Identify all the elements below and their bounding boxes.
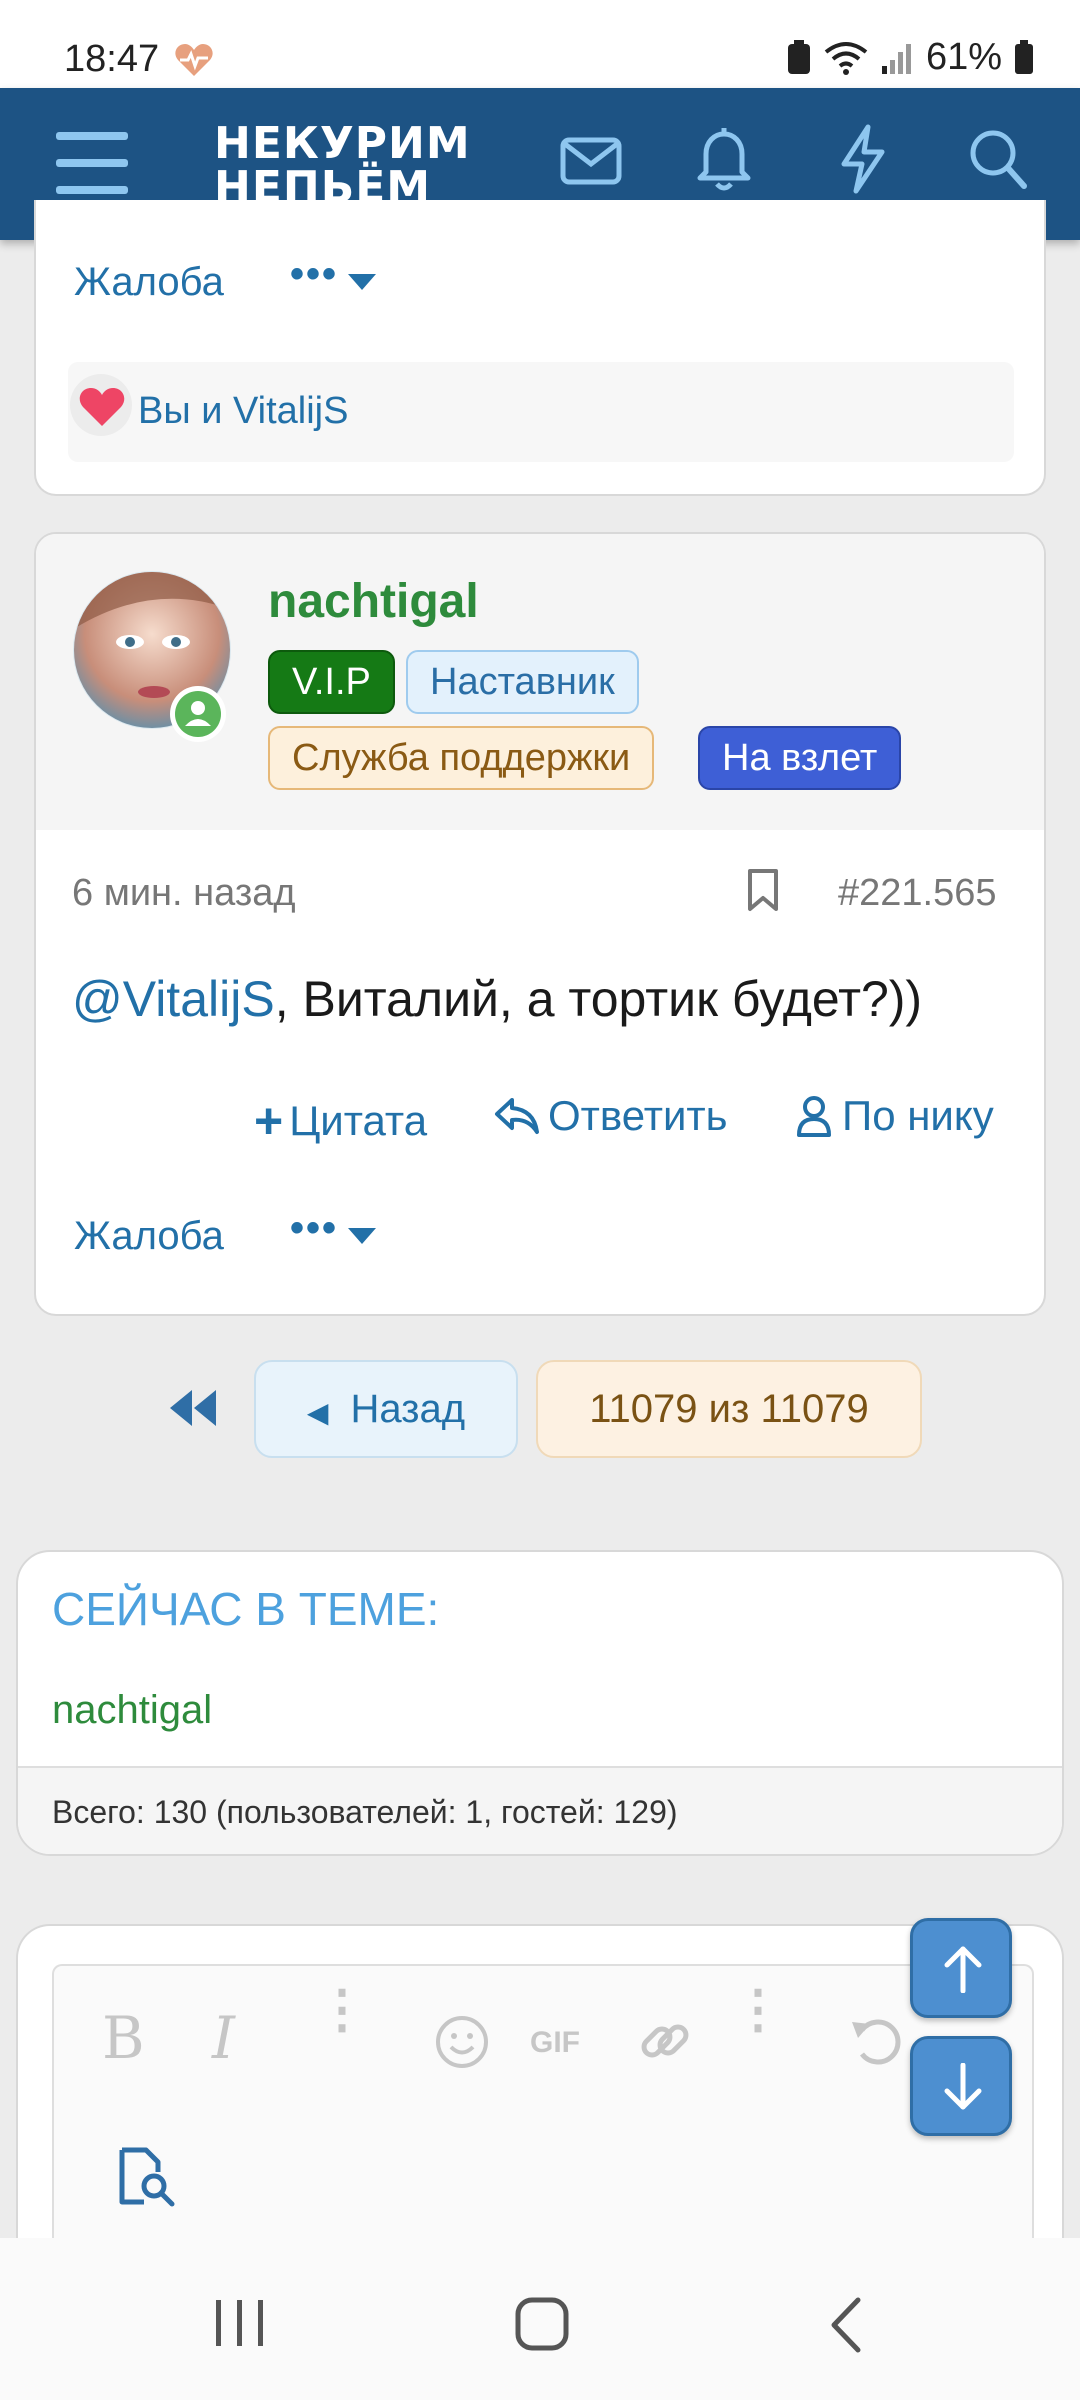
- editor-toolbar: B I ⋮ GIF ⋮: [54, 1966, 1032, 2102]
- battery-saver-icon: [787, 39, 810, 74]
- editor-box: B I ⋮ GIF ⋮: [52, 1964, 1034, 2284]
- post-time[interactable]: 6 мин. назад: [72, 872, 296, 915]
- report-link[interactable]: Жалоба: [74, 260, 224, 305]
- more-insert-options-icon[interactable]: ⋮: [732, 1984, 784, 2036]
- badge-takeoff: На взлет: [698, 726, 902, 790]
- signal-icon: [881, 43, 911, 74]
- post-number[interactable]: #221.565: [838, 872, 997, 915]
- heart-icon: [79, 388, 125, 426]
- recent-apps-icon[interactable]: [212, 2298, 268, 2348]
- bookmark-icon[interactable]: [746, 868, 780, 912]
- by-nick-button[interactable]: По нику: [796, 1092, 994, 1140]
- online-indicator: [170, 686, 226, 742]
- reply-button[interactable]: Ответить: [494, 1092, 728, 1140]
- badge-vip: V.I.P: [268, 650, 395, 714]
- system-nav-bar: [0, 2238, 1080, 2400]
- gif-icon[interactable]: GIF: [530, 2026, 580, 2060]
- preview-icon[interactable]: [116, 2146, 178, 2208]
- caret-left-icon: ◀: [306, 1397, 329, 1428]
- back-label: Назад: [350, 1387, 466, 1431]
- reply-editor-card: B I ⋮ GIF ⋮: [16, 1924, 1064, 2284]
- more-options-icon[interactable]: •••: [290, 252, 338, 297]
- chevron-down-icon[interactable]: [348, 274, 376, 292]
- post-text: , Виталий, а тортик будет?)): [274, 971, 923, 1027]
- user-online-icon: [175, 691, 221, 737]
- username[interactable]: nachtigal: [268, 574, 479, 629]
- logo-line-1: НЕКУРИМ: [214, 118, 471, 169]
- badge-mentor: Наставник: [406, 650, 639, 714]
- search-icon[interactable]: [968, 128, 1028, 190]
- home-icon[interactable]: [514, 2296, 570, 2352]
- user-icon: [797, 1096, 831, 1137]
- bold-icon[interactable]: B: [102, 2004, 145, 2072]
- back-button[interactable]: ◀ Назад: [254, 1360, 518, 1458]
- scroll-down-button[interactable]: [910, 2036, 1012, 2136]
- first-page-icon[interactable]: [168, 1388, 218, 1428]
- post-card: nachtigal V.I.P Наставник Служба поддерж…: [34, 532, 1046, 1316]
- mention-link[interactable]: @VitalijS: [72, 971, 275, 1027]
- quote-label: Цитата: [289, 1097, 428, 1144]
- back-icon[interactable]: [826, 2296, 866, 2354]
- italic-icon[interactable]: I: [212, 2004, 235, 2072]
- arrow-up-icon: [944, 1946, 982, 1993]
- reply-icon: [495, 1098, 539, 1134]
- site-logo[interactable]: НЕКУРИМ НЕПЬЁМ: [214, 122, 471, 210]
- wifi-icon: [824, 41, 868, 75]
- by-nick-label: По нику: [842, 1092, 994, 1139]
- link-icon[interactable]: [636, 2012, 694, 2070]
- health-heart-icon: [175, 44, 213, 76]
- online-user-link[interactable]: nachtigal: [52, 1688, 212, 1733]
- mail-icon[interactable]: [560, 132, 622, 190]
- more-text-options-icon[interactable]: ⋮: [316, 1984, 368, 2036]
- now-in-topic-title: СЕЙЧАС В ТЕМЕ:: [52, 1583, 440, 1635]
- arrow-down-icon: [944, 2063, 982, 2110]
- now-in-topic-block: СЕЙЧАС В ТЕМЕ: nachtigal Всего: 130 (пол…: [16, 1550, 1064, 1856]
- badge-support: Служба поддержки: [268, 726, 655, 790]
- post-message: @VitalijS, Виталий, а тортик будет?)): [72, 970, 922, 1028]
- reply-label: Ответить: [548, 1092, 728, 1139]
- status-bar: 18:47 61%: [0, 0, 1080, 88]
- reactions-bar[interactable]: Вы и VitalijS: [68, 362, 1014, 462]
- battery-icon: [1015, 39, 1033, 74]
- scroll-up-button[interactable]: [910, 1918, 1012, 2018]
- likes-text[interactable]: Вы и VitalijS: [138, 390, 348, 433]
- undo-icon[interactable]: [848, 2012, 904, 2068]
- post-more-options-icon[interactable]: •••: [290, 1206, 338, 1251]
- online-totals: Всего: 130 (пользователей: 1, гостей: 12…: [52, 1794, 678, 1830]
- battery-percent: 61%: [925, 36, 1002, 78]
- previous-post-card: Жалоба ••• Вы и VitalijS: [34, 200, 1046, 496]
- emoji-icon[interactable]: [434, 2014, 490, 2070]
- lightning-icon[interactable]: [838, 124, 888, 194]
- now-in-topic-footer: Всего: 130 (пользователей: 1, гостей: 12…: [18, 1766, 1062, 1854]
- page-indicator[interactable]: 11079 из 11079: [536, 1360, 922, 1458]
- menu-icon[interactable]: [56, 130, 128, 196]
- bell-icon[interactable]: [696, 126, 752, 192]
- status-time: 18:47: [64, 38, 160, 80]
- plus-icon: +: [254, 1093, 284, 1149]
- post-chevron-down-icon[interactable]: [348, 1228, 376, 1246]
- quote-button[interactable]: + Цитата: [254, 1092, 427, 1150]
- post-report-link[interactable]: Жалоба: [74, 1214, 224, 1259]
